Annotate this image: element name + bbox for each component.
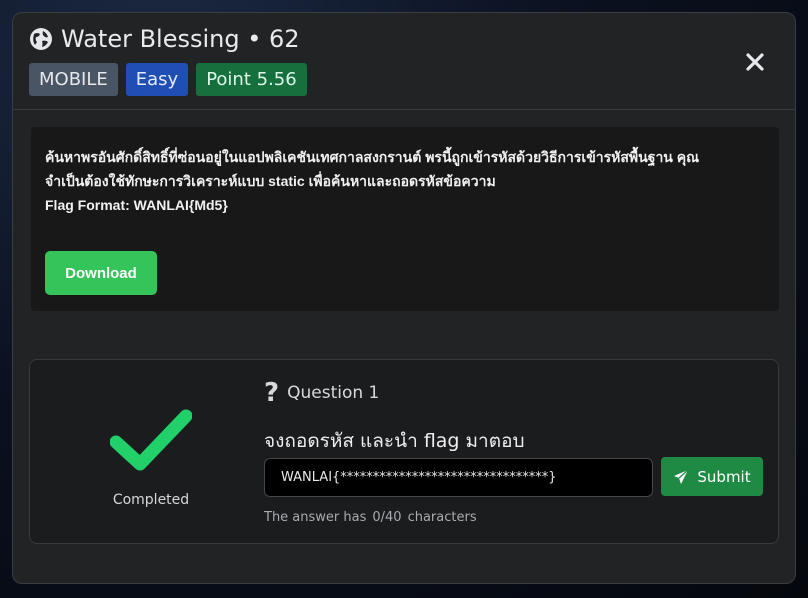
flag-format: Flag Format: WANLAI{Md5} [45,197,228,213]
question-title: Question 1 [287,383,380,403]
counter-suffix: characters [407,510,477,525]
character-counter: The answer has 0/40 characters [264,510,477,525]
description-line: ค้นหาพรอันศักดิ์สิทธิ์ที่ซ่อนอยู่ในแอปพล… [45,149,700,165]
submit-button[interactable]: Submit [661,457,763,496]
checkmark-icon [110,409,192,471]
challenge-description: ค้นหาพรอันศักดิ์สิทธิ์ที่ซ่อนอยู่ในแอปพล… [45,145,765,217]
category-badge: MOBILE [29,63,118,96]
points-badge: Point 5.56 [196,63,307,96]
counter-prefix: The answer has [264,510,367,525]
badge-row: MOBILE Easy Point 5.56 [29,63,307,96]
question-prompt: จงถอดรหัส และนำ flag มาตอบ [264,430,525,452]
description-card: ค้นหาพรอันศักดิ์สิทธิ์ที่ซ่อนอยู่ในแอปพล… [31,127,779,311]
difficulty-badge: Easy [125,63,189,96]
globe-icon [30,28,52,50]
completed-status: Completed [112,492,190,508]
submit-label: Submit [697,467,751,486]
send-icon [674,469,689,484]
question-card: Completed ? Question 1 จงถอดรหัส และนำ f… [29,359,779,544]
download-button[interactable]: Download [45,251,157,295]
challenge-title: Water Blessing • 62 [61,25,300,53]
close-icon[interactable] [743,50,767,74]
question-header: ? Question 1 [264,380,379,406]
modal-header: Water Blessing • 62 MOBILE Easy Point 5.… [13,13,795,110]
question-icon: ? [264,378,280,408]
title-row: Water Blessing • 62 [29,25,300,53]
answer-input[interactable] [264,458,653,497]
challenge-modal: Water Blessing • 62 MOBILE Easy Point 5.… [12,12,796,584]
counter-value: 0/40 [372,510,402,525]
description-line: จำเป็นต้องใช้ทักษะการวิเคราะห์แบบ static… [45,173,496,189]
